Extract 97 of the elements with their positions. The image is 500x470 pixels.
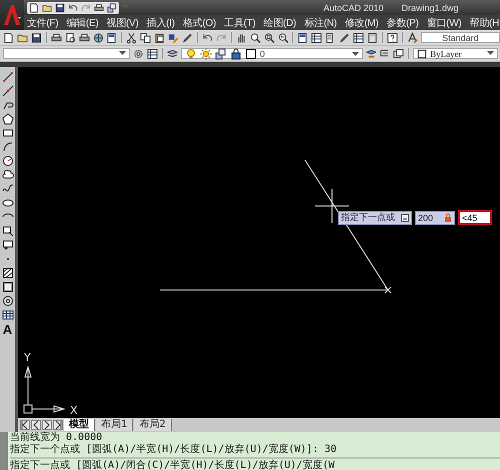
color-dropdown[interactable]: ByLayer — [413, 48, 498, 59]
menu-item[interactable]: 插入(I) — [146, 16, 175, 30]
grid-panel-icon[interactable] — [353, 32, 364, 44]
padlock-icon[interactable] — [230, 48, 242, 60]
new-file-icon[interactable] — [29, 2, 39, 12]
crosshair-cursor — [314, 188, 350, 224]
drawing-canvas[interactable]: Y X 指定下一点或 200 <45 — [18, 67, 500, 418]
sun-icon[interactable] — [200, 48, 212, 60]
gear-icon[interactable] — [133, 48, 144, 60]
properties-icon[interactable] — [106, 32, 118, 44]
tab-nav-arrow-icon[interactable] — [42, 420, 52, 430]
menu-item[interactable]: 格式(O) — [182, 16, 216, 30]
menu-item[interactable]: 修改(M) — [344, 16, 378, 30]
dropdown-arrow-icon[interactable] — [487, 51, 494, 56]
layer-dropdown[interactable]: 0 — [180, 48, 363, 59]
angle-input-field[interactable]: <45 — [458, 210, 492, 225]
layer-match-icon[interactable] — [366, 48, 376, 60]
clipboard-icon[interactable] — [154, 32, 166, 44]
save-icon[interactable] — [55, 2, 65, 12]
swatch-square-icon[interactable] — [244, 48, 257, 60]
layout-tab[interactable]: 模型 — [64, 419, 95, 431]
construction-line-icon[interactable] — [2, 85, 14, 97]
polygon-icon[interactable] — [2, 113, 14, 125]
padlock-icon — [444, 213, 452, 222]
printer-icon[interactable] — [78, 32, 90, 44]
layer-stack-icon[interactable] — [107, 2, 117, 12]
ellipse-icon[interactable] — [2, 197, 14, 209]
dropdown-arrow-icon[interactable] — [352, 52, 359, 56]
pencil-icon[interactable] — [182, 32, 193, 44]
layout-tab[interactable]: 布局2 — [134, 419, 172, 431]
file-name: Drawing1.dwg — [402, 2, 459, 12]
grid-panel-icon[interactable] — [311, 32, 322, 44]
folder-icon[interactable] — [42, 2, 52, 12]
brush-icon[interactable] — [168, 32, 180, 44]
swatch-square-icon[interactable] — [417, 48, 428, 58]
circle-icon[interactable] — [2, 155, 14, 167]
tab-nav-arrow-icon[interactable] — [20, 420, 30, 430]
pencil-icon[interactable] — [339, 32, 350, 44]
layers-icon[interactable] — [167, 48, 178, 60]
app-title: AutoCAD 2010 — [323, 2, 384, 12]
rectangle-icon[interactable] — [2, 127, 14, 139]
layer-stack-icon[interactable] — [214, 48, 227, 60]
gradient-icon[interactable] — [2, 281, 14, 293]
layout-tab[interactable]: 布局1 — [96, 419, 134, 431]
table-icon[interactable] — [2, 309, 14, 321]
undo-icon[interactable] — [68, 2, 78, 12]
menu-item[interactable]: 编辑(E) — [66, 16, 98, 30]
dynamic-input-prompt: 指定下一点或 — [338, 210, 412, 224]
globe-icon[interactable] — [92, 32, 104, 44]
command-input-field[interactable]: 指定下一点或 [圆弧(A)/闭合(C)/半宽(H)/长度(L)/放弃(U)/宽度(W — [10, 457, 500, 470]
zoom-previous-icon[interactable] — [278, 32, 288, 44]
layer-previous-icon[interactable] — [393, 48, 404, 60]
help-icon[interactable] — [386, 32, 398, 44]
make-block-icon[interactable] — [2, 239, 14, 251]
menu-item[interactable]: 帮助(H — [470, 16, 499, 30]
command-window-grip[interactable] — [0, 432, 8, 470]
text-style-dropdown[interactable]: Standard — [420, 32, 500, 43]
save-icon[interactable] — [30, 32, 42, 44]
dropdown-arrow-icon[interactable] — [119, 51, 126, 56]
scissors-icon[interactable] — [126, 32, 138, 44]
menu-item[interactable]: 文件(F) — [27, 16, 58, 30]
zoom-window-icon[interactable] — [264, 32, 274, 44]
endpoint-marker-icon — [384, 286, 392, 294]
line-icon[interactable] — [2, 71, 14, 83]
menu-item[interactable]: 视图(V) — [106, 16, 138, 30]
text-tool-glyph[interactable]: A — [2, 323, 12, 336]
text-style-icon[interactable] — [406, 32, 418, 44]
x-axis-label: X — [70, 404, 78, 417]
calculator-icon[interactable] — [367, 32, 378, 44]
layer-tree-icon[interactable] — [379, 48, 390, 60]
printer-icon[interactable] — [50, 32, 62, 44]
menu-item[interactable]: 工具(T) — [224, 16, 256, 30]
command-history-line: 指定下一个点或 [圆弧(A)/半宽(H)/长度(L)/放弃(U)/宽度(W)]: 30 — [10, 444, 338, 456]
y-axis-label: Y — [24, 351, 31, 364]
app-logo-icon[interactable] — [2, 3, 22, 27]
tab-nav-arrow-icon[interactable] — [31, 420, 41, 430]
menu-item[interactable]: 参数(P) — [386, 16, 419, 30]
command-history-line: 当前线宽为 0.0000 — [10, 432, 104, 444]
copy-icon[interactable] — [140, 32, 152, 44]
cloud-icon[interactable] — [2, 169, 14, 181]
preview-icon[interactable] — [64, 32, 76, 44]
ucs-axes-icon — [24, 365, 66, 414]
grid-panel-icon[interactable] — [147, 48, 158, 60]
hatch-icon[interactable] — [2, 267, 14, 279]
region-icon[interactable] — [2, 295, 14, 307]
properties-icon[interactable] — [297, 32, 308, 44]
length-input-field[interactable]: 200 — [415, 210, 455, 224]
menu-item[interactable]: 窗口(W) — [426, 16, 462, 30]
arc-icon[interactable] — [2, 141, 14, 153]
magnifier-icon[interactable] — [250, 32, 261, 44]
menu-item[interactable]: 绘图(D) — [264, 16, 296, 30]
insert-block-icon[interactable] — [2, 225, 14, 237]
tab-nav-arrow-icon[interactable] — [53, 420, 63, 430]
printer-icon[interactable] — [94, 2, 104, 12]
undo-icon[interactable] — [202, 32, 213, 44]
new-file-icon[interactable] — [3, 32, 14, 44]
menu-item[interactable]: 标注(N) — [304, 16, 337, 30]
